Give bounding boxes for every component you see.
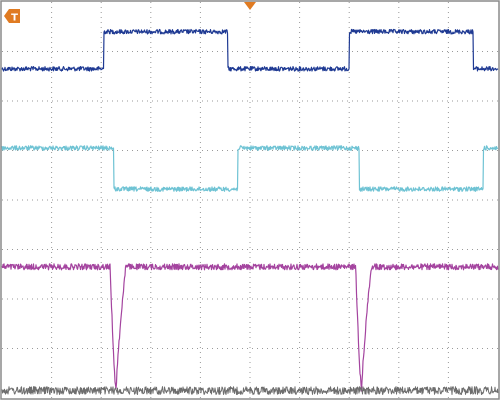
oscilloscope-screen: T — [0, 0, 500, 400]
trigger-level-label: T — [11, 13, 18, 24]
waveform-display: T — [0, 0, 500, 400]
display-background — [0, 0, 500, 400]
